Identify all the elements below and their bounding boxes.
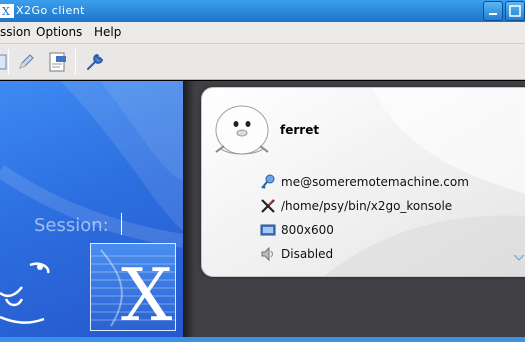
minimize-button[interactable] [483, 1, 503, 21]
x2go-x-logo: X [90, 243, 176, 337]
x-command-icon [261, 199, 275, 213]
edit-pencil-icon[interactable] [15, 51, 37, 73]
session-label: Session: [34, 215, 109, 236]
x-logo-icon: X [91, 249, 175, 337]
toolbar [0, 44, 525, 80]
server-address: me@someremotemachine.com [281, 175, 469, 189]
menu-help[interactable]: Help [94, 25, 121, 39]
title-bar: X X2Go client [0, 0, 525, 22]
minimize-icon [489, 13, 497, 15]
session-command: /home/psy/bin/x2go_konsole [281, 199, 453, 213]
session-input[interactable] [121, 213, 171, 235]
server-row: me@someremotemachine.com [260, 174, 525, 192]
x2go-app-icon: X [0, 4, 14, 18]
speaker-icon [261, 246, 273, 262]
session-card[interactable]: ferret me@someremotemachine.com /home/ps… [201, 87, 525, 277]
seal-avatar-icon [215, 105, 269, 155]
svg-text:X: X [2, 5, 10, 18]
sound-status: Disabled [281, 247, 334, 261]
bottom-strip [0, 337, 525, 342]
wrench-settings-icon[interactable] [84, 51, 106, 73]
maximize-icon [509, 5, 521, 17]
toolbar-separator [75, 49, 76, 75]
maximize-button[interactable] [505, 1, 525, 21]
resolution-row: 800x600 [260, 222, 525, 240]
session-name: ferret [280, 123, 320, 137]
panel-shadow [183, 81, 195, 337]
session-resolution: 800x600 [281, 223, 334, 237]
menu-session[interactable]: ssion [0, 25, 31, 39]
toolbar-separator [8, 49, 9, 75]
command-row: /home/psy/bin/x2go_konsole [260, 198, 525, 216]
main-area: Session: X ferret me@someremotemachine.c… [0, 81, 525, 342]
menu-options[interactable]: Options [36, 25, 82, 39]
chevron-down-icon[interactable] [513, 254, 525, 262]
key-icon [261, 174, 275, 189]
export-document-icon[interactable] [47, 51, 69, 73]
sound-row: Disabled [260, 246, 525, 264]
x2go-seal-logo [0, 262, 50, 324]
svg-text:X: X [121, 253, 172, 330]
menu-bar: ssion Options Help [0, 22, 525, 44]
login-side-panel: Session: X [0, 81, 183, 337]
new-session-icon[interactable] [0, 51, 14, 73]
display-icon [260, 224, 276, 236]
window-title: X2Go client [16, 4, 85, 17]
